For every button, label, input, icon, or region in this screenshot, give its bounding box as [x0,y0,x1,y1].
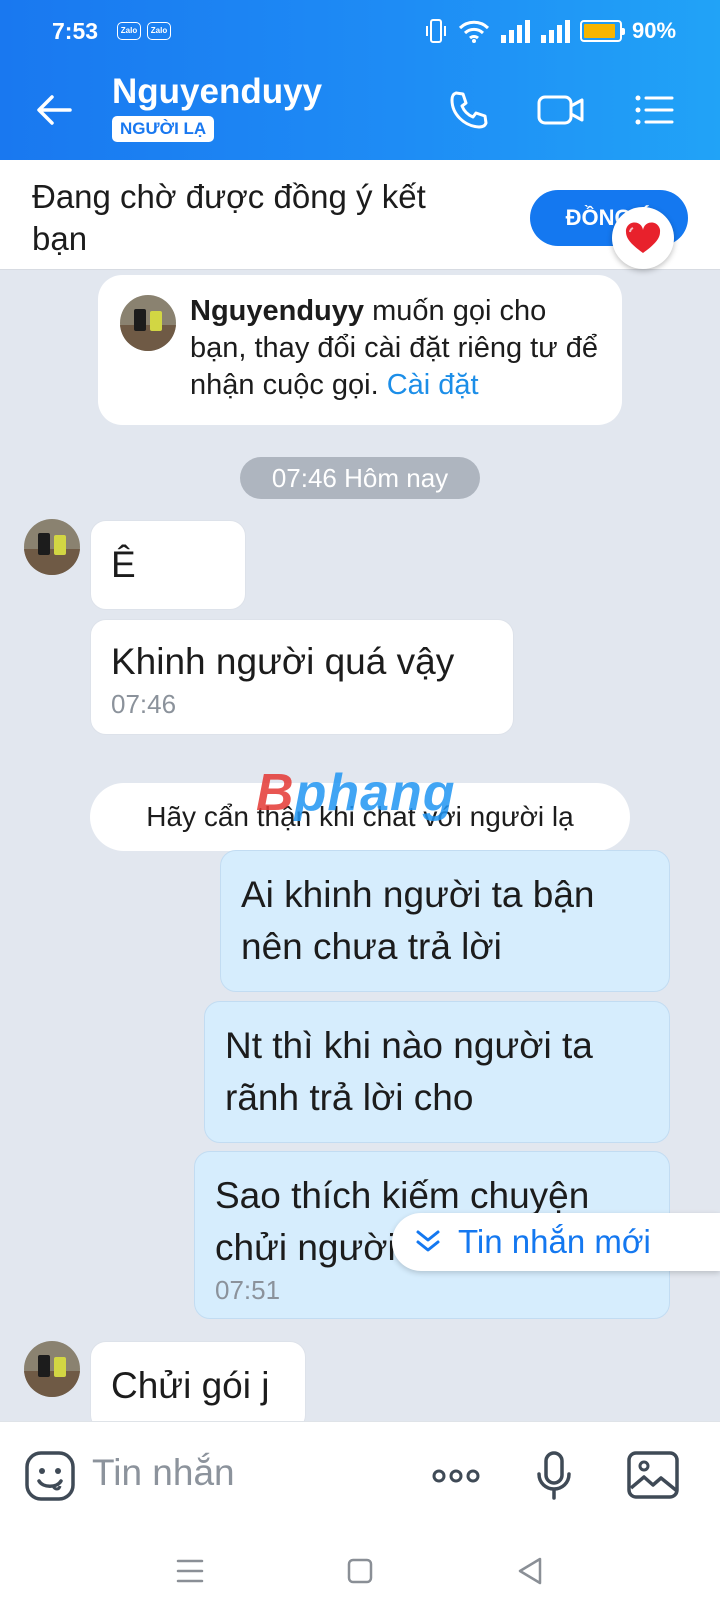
signal-icon [541,20,570,43]
status-time: 7:53 [52,18,99,44]
date-divider: 07:46 Hôm nay [240,457,480,499]
call-permission-notice: Nguyenduyy muốn gọi cho bạn, thay đổi cà… [98,275,622,425]
heart-reaction-icon[interactable] [612,207,674,269]
chat-header: 7:53 Zalo Zalo 90% Nguyenduyy NGƯỜI LẠ [0,0,720,160]
home-icon[interactable] [340,1551,380,1591]
menu-icon[interactable] [632,88,676,132]
battery-icon [580,20,625,42]
avatar[interactable] [24,1341,80,1397]
message-text: Ê [111,544,136,585]
contact-name[interactable]: Nguyenduyy [112,72,322,112]
system-nav-bar [0,1531,720,1612]
signal-icon [501,20,530,43]
message-text: Khinh người quá vậy [111,641,455,682]
message-text: Chửi gói j [111,1365,270,1406]
message-bubble-outgoing[interactable]: Ai khinh người ta bận nên chưa trả lời [220,850,670,992]
image-icon[interactable] [626,1448,680,1502]
more-icon[interactable] [430,1450,482,1502]
settings-link[interactable]: Cài đặt [387,369,479,401]
chat-messages[interactable]: Nguyenduyy muốn gọi cho bạn, thay đổi cà… [0,271,720,1421]
zalo-notification-icon: Zalo [147,22,171,40]
friend-request-text: Đang chờ được đồng ý kết bạn [32,178,426,257]
notice-contact-name: Nguyenduyy [190,295,365,327]
wifi-icon [458,20,490,43]
vibrate-icon [426,19,446,43]
message-text: Ai khinh người ta bận nên chưa trả lời [241,874,595,967]
watermark-logo: Bphang [256,764,456,822]
avatar[interactable] [24,519,80,575]
chevron-down-icon [416,1230,440,1252]
message-time: 07:51 [215,1275,281,1305]
avatar[interactable] [120,295,176,351]
message-input[interactable]: Tin nhắn [92,1452,235,1494]
message-time: 07:46 [111,689,177,719]
microphone-icon[interactable] [528,1450,580,1502]
call-permission-text: Nguyenduyy muốn gọi cho bạn, thay đổi cà… [190,293,610,404]
emoji-icon[interactable] [24,1450,76,1502]
recent-apps-icon[interactable] [170,1551,210,1591]
new-messages-button[interactable]: Tin nhắn mới [392,1213,720,1271]
status-bar: 7:53 Zalo Zalo 90% [0,0,720,64]
message-bubble-outgoing[interactable]: Nt thì khi nào người ta rãnh trả lời cho [204,1001,670,1143]
video-call-icon[interactable] [536,88,586,132]
message-text: Nt thì khi nào người ta rãnh trả lời cho [225,1025,593,1118]
battery-percent: 90% [632,18,677,43]
status-icons [424,18,570,44]
message-input-bar: Tin nhắn [0,1421,720,1531]
battery-level [584,24,615,38]
zalo-notification-icon: Zalo [117,22,141,40]
message-bubble-incoming[interactable]: Ê [90,520,246,610]
message-bubble-incoming[interactable]: Khinh người quá vậy 07:46 [90,619,514,735]
message-bubble-incoming[interactable]: Chửi gói j [90,1341,306,1421]
back-arrow-icon[interactable] [34,90,74,130]
stranger-badge: NGƯỜI LẠ [112,116,215,142]
new-messages-label: Tin nhắn mới [458,1223,651,1260]
phone-icon[interactable] [446,88,490,132]
back-nav-icon[interactable] [510,1551,550,1591]
